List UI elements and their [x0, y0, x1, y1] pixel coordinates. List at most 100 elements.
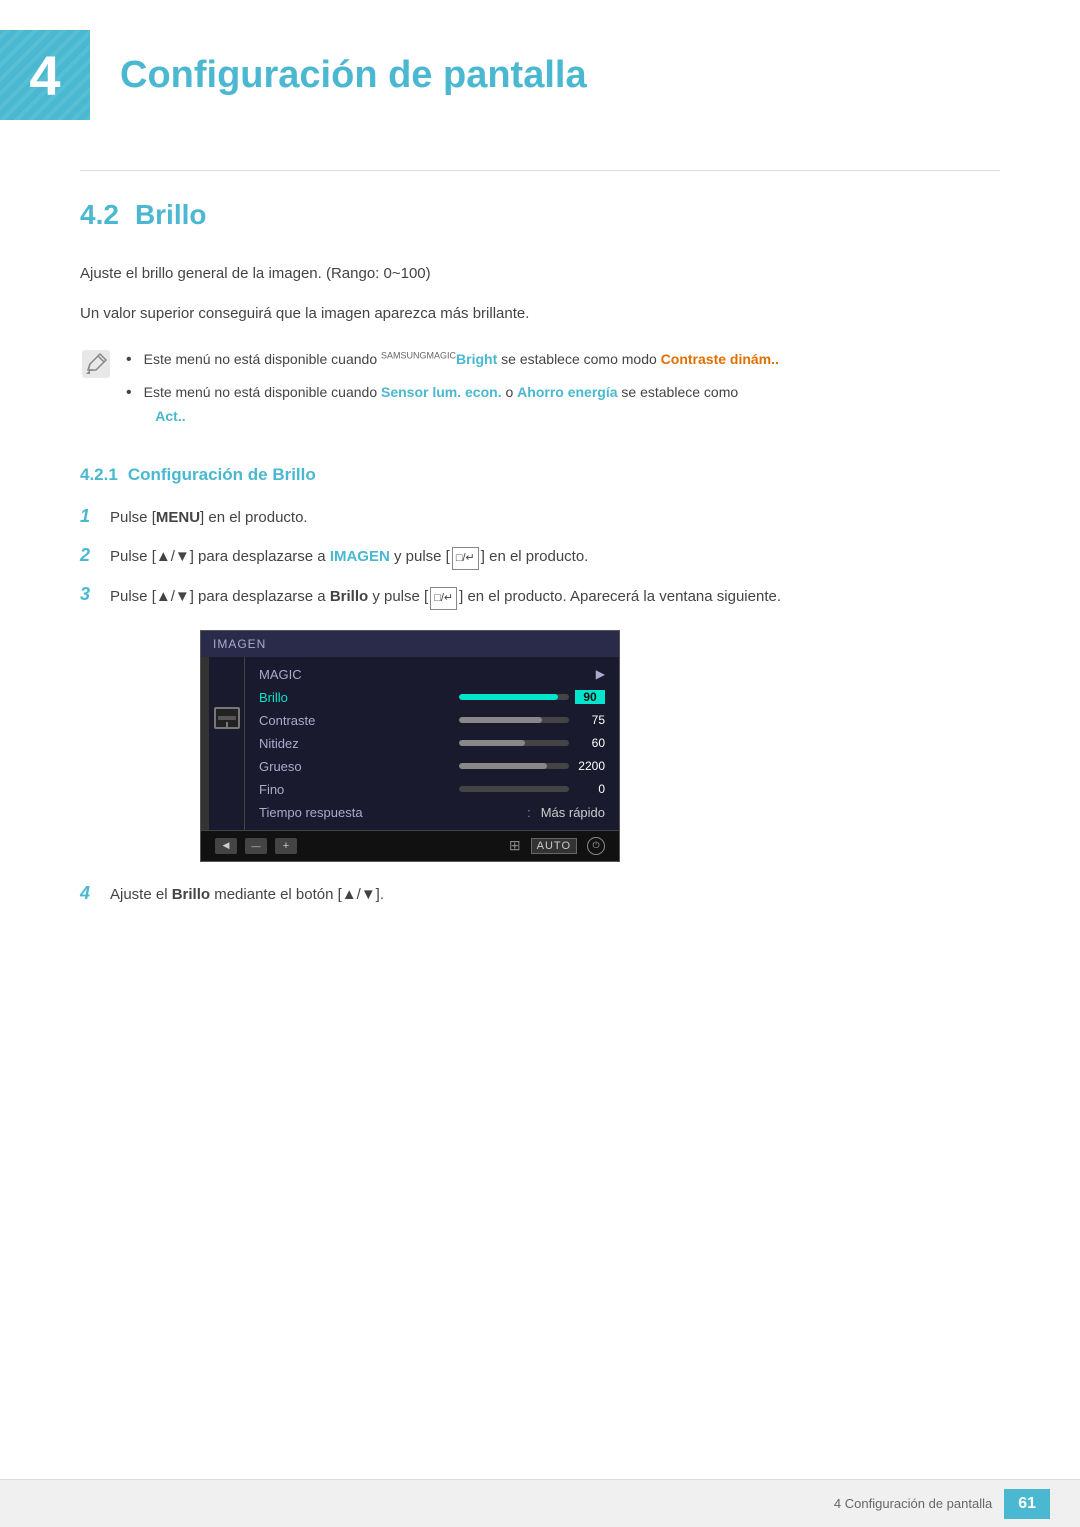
menu-header: IMAGEN	[201, 631, 619, 657]
section-title: Brillo	[135, 199, 207, 231]
page-footer: 4 Configuración de pantalla 61	[0, 1479, 1080, 1527]
fino-bar	[459, 786, 569, 792]
menu-item-contraste: Contraste 75	[245, 709, 619, 732]
menu-item-tiempo: Tiempo respuesta : Más rápido	[245, 801, 619, 824]
magic-label: MAGIC	[259, 667, 596, 682]
nitidez-label: Nitidez	[259, 736, 459, 751]
enter-icon: □/↵	[452, 547, 479, 570]
plus-btn: +	[275, 838, 297, 854]
description1: Ajuste el brillo general de la imagen. (…	[80, 261, 1000, 287]
imagen-keyword: IMAGEN	[330, 548, 390, 565]
description2: Un valor superior conseguirá que la imag…	[80, 301, 1000, 327]
auto-badge: AUTO	[531, 838, 577, 854]
step-4: 4 Ajuste el Brillo mediante el botón [▲/…	[80, 882, 1000, 908]
step-1-number: 1	[80, 506, 100, 527]
bright-keyword: Bright	[456, 351, 497, 367]
samsung-label: SAMSUNG	[381, 350, 427, 360]
section-heading: 4.2 Brillo	[80, 199, 1000, 231]
grueso-fill	[459, 763, 547, 769]
menu-item-nitidez: Nitidez 60	[245, 732, 619, 755]
bullet-2: •	[126, 379, 132, 406]
menu-item-grueso: Grueso 2200	[245, 755, 619, 778]
brillo-value: 90	[459, 690, 605, 704]
note2-text: Este menú no está disponible cuando Sens…	[144, 381, 739, 429]
nitidez-value: 60	[459, 736, 605, 750]
monitor-icon	[214, 707, 240, 729]
step-4-number: 4	[80, 883, 100, 904]
main-content: 4.2 Brillo Ajuste el brillo general de l…	[0, 170, 1080, 1007]
grueso-bar	[459, 763, 569, 769]
nitidez-fill	[459, 740, 525, 746]
subsection-heading: 4.2.1 Configuración de Brillo	[80, 465, 1000, 485]
contraste-value: 75	[459, 713, 605, 727]
note-icon	[80, 348, 112, 380]
subsection-title: Configuración de Brillo	[128, 465, 316, 485]
tiempo-text: Más rápido	[541, 805, 605, 820]
menu-bottom-left-icons: ◀ — +	[215, 838, 297, 854]
chapter-number-block: 4	[0, 30, 90, 120]
step-1: 1 Pulse [MENU] en el producto.	[80, 505, 1000, 531]
brillo-bar	[459, 694, 569, 700]
step-2-number: 2	[80, 545, 100, 566]
note1-text: Este menú no está disponible cuando SAMS…	[144, 348, 779, 372]
menu-item-magic: MAGIC ▶	[245, 663, 619, 686]
divider	[80, 170, 1000, 171]
subsection-number: 4.2.1	[80, 465, 118, 485]
menu-bottom-bar: ◀ — + ⊞ AUTO ⏻	[201, 830, 619, 861]
chapter-title: Configuración de pantalla	[120, 54, 587, 97]
menu-item-fino: Fino 0	[245, 778, 619, 801]
contraste-num: 75	[575, 713, 605, 727]
contraste-fill	[459, 717, 542, 723]
screen-icon: ⊞	[509, 837, 521, 854]
magic-label: MAGIC	[427, 350, 457, 360]
step-4-text: Ajuste el Brillo mediante el botón [▲/▼]…	[110, 882, 1000, 908]
note-box: • Este menú no está disponible cuando SA…	[80, 346, 1000, 435]
ahorro-keyword: Ahorro energía	[517, 384, 617, 400]
prev-btn: ◀	[215, 838, 237, 854]
minus-btn: —	[245, 838, 267, 854]
step-1-text: Pulse [MENU] en el producto.	[110, 505, 1000, 531]
fino-num: 0	[575, 782, 605, 796]
fino-value: 0	[459, 782, 605, 796]
contraste-bar	[459, 717, 569, 723]
menu-screenshot: IMAGEN	[200, 630, 620, 862]
sensor-keyword: Sensor lum. econ.	[381, 384, 502, 400]
tiempo-label: Tiempo respuesta	[259, 805, 527, 820]
menu-item-brillo: Brillo 90	[245, 686, 619, 709]
menu-items-area: MAGIC ▶ Brillo 90	[201, 657, 619, 830]
magic-arrow: ▶	[596, 667, 605, 681]
note-line-2: • Este menú no está disponible cuando Se…	[126, 379, 1000, 429]
enter-icon-2: □/↵	[430, 587, 457, 610]
brillo-fill	[459, 694, 558, 700]
note-lines: • Este menú no está disponible cuando SA…	[126, 346, 1000, 435]
nitidez-bar	[459, 740, 569, 746]
nitidez-num: 60	[575, 736, 605, 750]
brillo-keyword-4: Brillo	[172, 886, 210, 903]
menu-list: MAGIC ▶ Brillo 90	[245, 657, 619, 830]
grueso-num: 2200	[575, 759, 605, 773]
steps-list: 1 Pulse [MENU] en el producto. 2 Pulse […	[80, 505, 1000, 907]
grueso-value: 2200	[459, 759, 605, 773]
menu-left-bar	[201, 657, 209, 830]
menu-box: IMAGEN	[200, 630, 620, 862]
menu-icon-bar	[209, 657, 245, 830]
step-3: 3 Pulse [▲/▼] para desplazarse a Brillo …	[80, 584, 1000, 610]
grueso-label: Grueso	[259, 759, 459, 774]
tiempo-value: : Más rápido	[527, 805, 605, 820]
page-header: 4 Configuración de pantalla	[0, 0, 1080, 140]
menu-bottom-right-icons: ⊞ AUTO ⏻	[509, 837, 605, 855]
brillo-label: Brillo	[259, 690, 459, 705]
brillo-keyword: Brillo	[330, 588, 368, 605]
fino-label: Fino	[259, 782, 459, 797]
note-line-1: • Este menú no está disponible cuando SA…	[126, 346, 1000, 373]
step-2: 2 Pulse [▲/▼] para desplazarse a IMAGEN …	[80, 544, 1000, 570]
footer-text: 4 Configuración de pantalla	[834, 1496, 992, 1511]
step-2-text: Pulse [▲/▼] para desplazarse a IMAGEN y …	[110, 544, 1000, 570]
chapter-number: 4	[29, 43, 60, 108]
colon: :	[527, 805, 531, 820]
act-link: Act..	[155, 408, 185, 424]
footer-page-number: 61	[1004, 1489, 1050, 1519]
menu-key: MENU	[156, 509, 200, 526]
power-icon: ⏻	[587, 837, 605, 855]
brillo-num: 90	[575, 690, 605, 704]
